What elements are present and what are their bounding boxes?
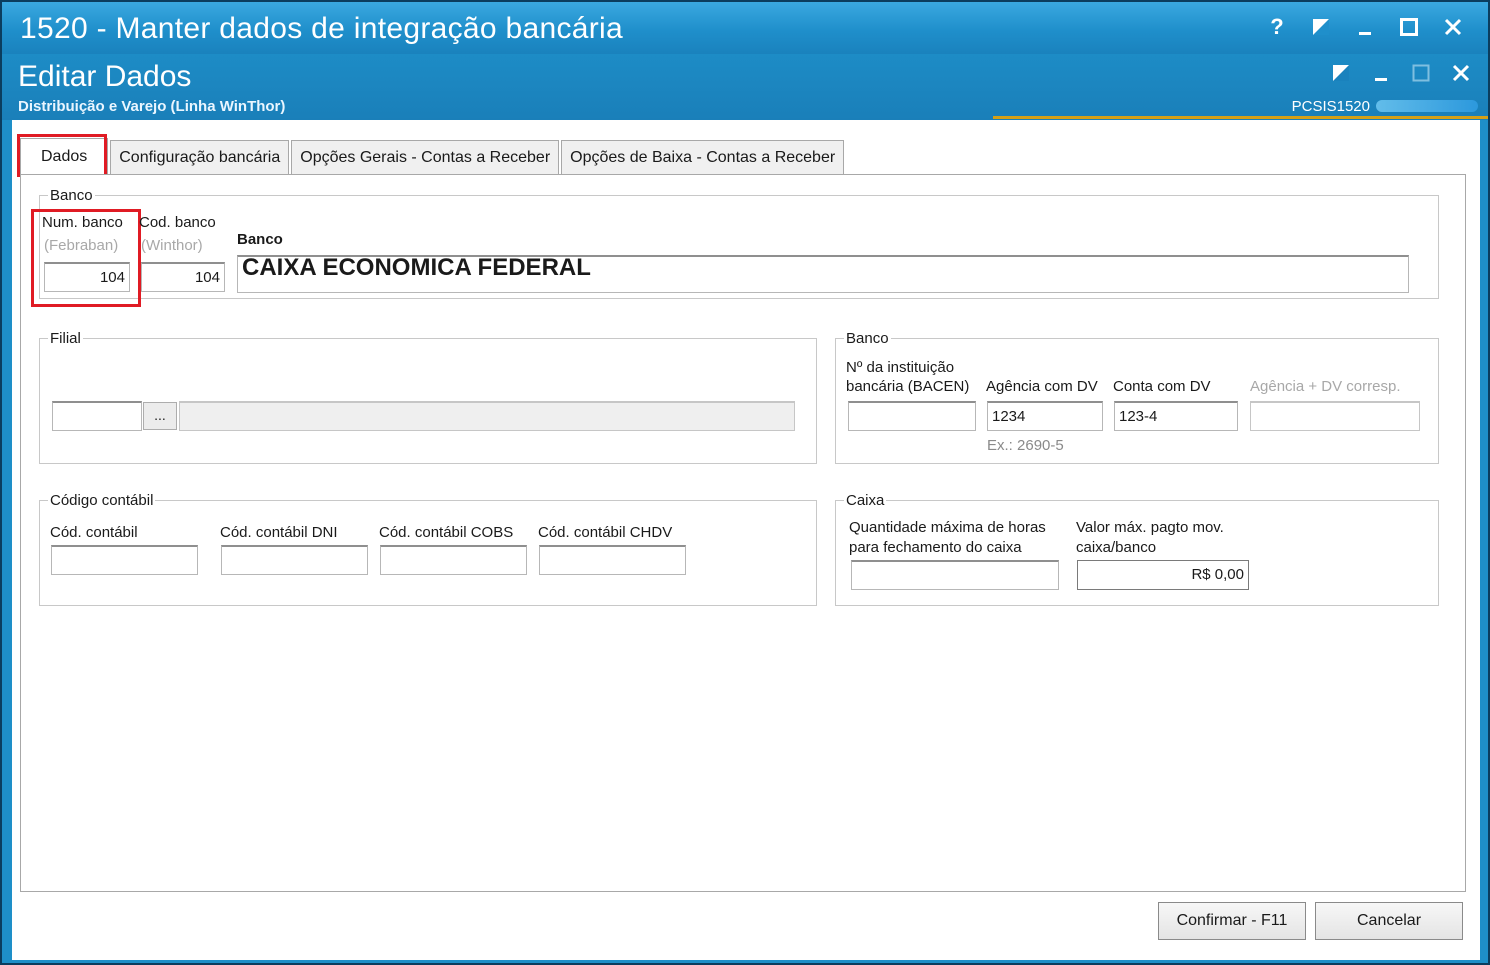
form-controls [1328,60,1474,86]
cod-contabil-chdv-label: Cód. contábil CHDV [538,524,673,541]
num-banco-label: Num. banco [42,214,123,231]
cod-contabil-cobs-label: Cód. contábil COBS [379,524,514,541]
tab-panel-dados: Banco Num. banco (Febraban) 104 Cod. ban… [20,174,1466,892]
form-header: Editar Dados Distribuição e Varejo (Linh… [2,54,1488,120]
cod-banco-input[interactable]: 104 [141,262,225,292]
form-title: Editar Dados [18,60,192,93]
cod-contabil-dni-input[interactable] [221,545,368,575]
form-maximize-icon[interactable] [1408,60,1434,86]
agencia-corresp-input [1250,401,1420,431]
minimize-icon[interactable] [1352,14,1378,40]
banco-name-input[interactable]: CAIXA ECONÔMICA FEDERAL [237,255,1409,293]
agencia-hint: Ex.: 2690-5 [987,437,1064,454]
num-banco-sublabel: (Febraban) [44,237,119,254]
agencia-label: Agência com DV [986,378,1098,395]
filial-name-input [179,401,795,431]
conta-input[interactable]: 123-4 [1114,401,1238,431]
form-client-area: Dados Configuração bancária Opções Gerai… [12,120,1480,960]
window-controls: ? [1264,14,1466,40]
help-icon[interactable]: ? [1264,14,1290,40]
cod-contabil-dni-label: Cód. contábil DNI [220,524,338,541]
valor-maximo-input[interactable]: R$ 0,00 [1077,560,1249,590]
horas-input[interactable] [851,560,1059,590]
maximize-icon[interactable] [1396,14,1422,40]
form-restore-edit-icon[interactable] [1328,60,1354,86]
codigo-contabil-legend: Código contábil [50,492,154,509]
cod-contabil-chdv-input[interactable] [539,545,686,575]
num-banco-input[interactable]: 104 [44,262,130,292]
filial-search-button[interactable]: ... [143,402,177,430]
instituicao-input[interactable] [848,401,976,431]
horas-label-1: Quantidade máxima de horas [849,519,1046,536]
tab-opcoes-gerais[interactable]: Opções Gerais - Contas a Receber [291,140,560,174]
caixa-group-legend: Caixa [846,492,885,509]
banco-group-legend: Banco [50,187,93,204]
accent-divider [993,116,1488,119]
window-titlebar: 1520 - Manter dados de integração bancár… [2,2,1488,54]
close-icon[interactable] [1440,14,1466,40]
tab-strip: Dados Configuração bancária Opções Gerai… [20,138,846,174]
tab-opcoes-baixa[interactable]: Opções de Baixa - Contas a Receber [561,140,845,174]
restore-edit-icon[interactable] [1308,14,1334,40]
cancel-button[interactable]: Cancelar [1315,902,1463,940]
form-minimize-icon[interactable] [1368,60,1394,86]
confirm-button[interactable]: Confirmar - F11 [1158,902,1306,940]
cod-contabil-label: Cód. contábil [50,524,138,541]
filial-code-input[interactable] [52,401,142,431]
valor-label-2: caixa/banco [1076,539,1157,556]
filial-group-legend: Filial [50,330,81,347]
tab-dados[interactable]: Dados [20,138,109,174]
agencia-input[interactable]: 1234 [987,401,1103,431]
banco-label: Banco [237,231,283,248]
horas-label-2: para fechamento do caixa [849,539,1022,556]
conta-label: Conta com DV [1113,378,1211,395]
tab-configuracao-bancaria[interactable]: Configuração bancária [110,140,290,174]
program-progress-bar [1376,100,1478,112]
window-title: 1520 - Manter dados de integração bancár… [20,12,623,45]
app-window: 1520 - Manter dados de integração bancár… [0,0,1490,965]
cod-banco-sublabel: (Winthor) [141,237,203,254]
cod-contabil-input[interactable] [51,545,198,575]
form-caption: Distribuição e Varejo (Linha WinThor) [18,98,286,115]
program-code: PCSIS1520 [1291,98,1370,115]
valor-label-1: Valor máx. pagto mov. [1076,519,1224,536]
cod-contabil-cobs-input[interactable] [380,545,527,575]
instituicao-label-1: Nº da instituição [846,359,955,376]
cod-banco-label: Cod. banco [139,214,216,231]
banco-bacen-group-legend: Banco [846,330,889,347]
agencia-corresp-label: Agência + DV corresp. [1250,378,1401,395]
banco-bacen-group: Banco [835,330,1439,464]
filial-group: Filial [39,330,817,464]
form-close-icon[interactable] [1448,60,1474,86]
instituicao-label-2: bancária (BACEN) [846,378,970,395]
